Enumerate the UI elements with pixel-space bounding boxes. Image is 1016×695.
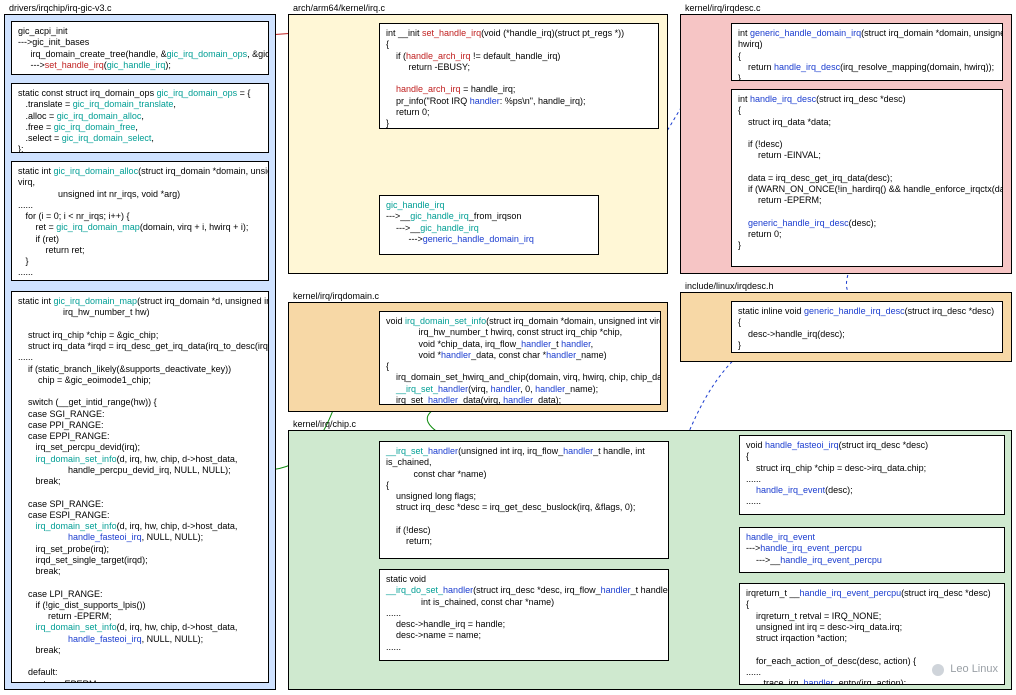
code-box: static const struct irq_domain_ops gic_i… [11,83,269,153]
file-title: include/linux/irqdesc.h [685,281,774,292]
code-box: gic_handle_irq --->__gic_handle_irq_from… [379,195,599,255]
code-box: int generic_handle_domain_irq(struct irq… [731,23,1003,81]
code-box: void irq_domain_set_info(struct irq_doma… [379,311,661,405]
watermark-text: Leo Linux [950,663,998,677]
code-box: static int gic_irq_domain_map(struct irq… [11,291,269,683]
code-box: int handle_irq_desc(struct irq_desc *des… [731,89,1003,267]
code-box: handle_irq_event --->handle_irq_event_pe… [739,527,1005,573]
file-gicv3: drivers/irqchip/irq-gic-v3.c gic_acpi_in… [4,14,276,690]
code-box: gic_acpi_init --->gic_init_bases irq_dom… [11,21,269,75]
file-arm64irq: arch/arm64/kernel/irq.c int __init set_h… [288,14,668,274]
code-box: static int gic_irq_domain_alloc(struct i… [11,161,269,281]
file-title: kernel/irq/chip.c [293,419,356,430]
watermark: Leo Linux [932,663,998,677]
file-irqdesc: kernel/irq/irqdesc.c int generic_handle_… [680,14,1012,274]
wechat-icon [932,664,944,676]
file-chip: kernel/irq/chip.c __irq_set_handler(unsi… [288,430,1012,690]
file-title: kernel/irq/irqdomain.c [293,291,379,302]
file-title: drivers/irqchip/irq-gic-v3.c [9,3,112,14]
code-box: static inline void generic_handle_irq_de… [731,301,1003,353]
diagram-canvas: drivers/irqchip/irq-gic-v3.c gic_acpi_in… [0,0,1016,695]
file-irqdomain: kernel/irq/irqdomain.c void irq_domain_s… [288,302,668,412]
file-irqdesch: include/linux/irqdesc.h static inline vo… [680,292,1012,362]
code-box: static void __irq_do_set_handler(struct … [379,569,669,661]
code-box: __irq_set_handler(unsigned int irq, irq_… [379,441,669,559]
file-title: kernel/irq/irqdesc.c [685,3,761,14]
file-title: arch/arm64/kernel/irq.c [293,3,385,14]
code-box: void handle_fasteoi_irq(struct irq_desc … [739,435,1005,515]
code-box: int __init set_handle_irq(void (*handle_… [379,23,659,129]
